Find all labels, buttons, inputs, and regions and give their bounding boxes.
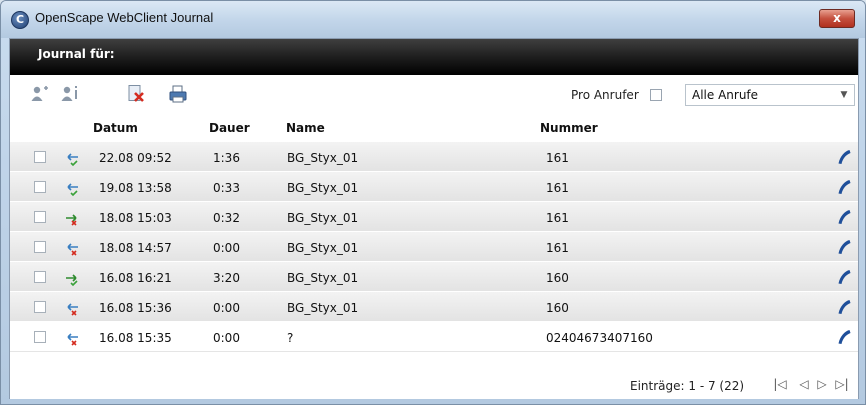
journal-header-bar: Journal für: bbox=[10, 39, 858, 75]
add-contact-icon[interactable] bbox=[30, 84, 50, 104]
row-checkbox[interactable] bbox=[34, 181, 46, 193]
row-checkbox[interactable] bbox=[34, 241, 46, 253]
row-name: BG_Styx_01 bbox=[287, 301, 359, 315]
incoming-answered-call-icon bbox=[67, 153, 78, 167]
row-nummer: 161 bbox=[546, 211, 569, 225]
table-row[interactable]: 18.08 15:03 0:32 BG_Styx_01 161 bbox=[10, 202, 858, 232]
first-page-icon[interactable]: |◁ bbox=[773, 377, 787, 393]
phone-call-icon[interactable] bbox=[835, 328, 853, 346]
incoming-missed-call-icon bbox=[67, 243, 78, 256]
incoming-answered-call-icon bbox=[67, 183, 78, 197]
phone-call-icon[interactable] bbox=[835, 148, 853, 166]
print-icon[interactable] bbox=[168, 84, 188, 104]
pro-anrufer-checkbox[interactable] bbox=[650, 89, 662, 101]
contact-info-icon[interactable] bbox=[60, 84, 80, 104]
row-dauer: 0:00 bbox=[213, 241, 240, 255]
table-row[interactable]: 19.08 13:58 0:33 BG_Styx_01 161 bbox=[10, 172, 858, 202]
previous-page-icon[interactable]: ◁ bbox=[797, 377, 811, 393]
phone-call-icon[interactable] bbox=[835, 298, 853, 316]
journal-list: 22.08 09:52 1:36 BG_Styx_01 161 19.08 13:58 0… bbox=[10, 142, 858, 352]
incoming-missed-call-icon bbox=[67, 303, 78, 316]
journal-window: C OpenScape WebClient Journal x Journal … bbox=[0, 0, 866, 405]
row-datum: 19.08 13:58 bbox=[99, 181, 172, 195]
delete-icon[interactable] bbox=[126, 84, 146, 104]
row-nummer: 161 bbox=[546, 151, 569, 165]
entries-count: Einträge: 1 - 7 (22) bbox=[630, 379, 745, 393]
chevron-down-icon[interactable]: ▼ bbox=[837, 86, 851, 104]
pro-anrufer-label: Pro Anrufer bbox=[571, 88, 639, 102]
phone-call-icon[interactable] bbox=[835, 208, 853, 226]
table-row[interactable]: 16.08 15:35 0:00? 02404673407160 bbox=[10, 322, 858, 352]
column-header-datum[interactable]: Datum bbox=[93, 121, 138, 135]
phone-call-icon[interactable] bbox=[835, 268, 853, 286]
row-checkbox[interactable] bbox=[34, 211, 46, 223]
row-nummer: 160 bbox=[546, 271, 569, 285]
journal-for-label: Journal für: bbox=[38, 47, 115, 61]
row-name: ? bbox=[287, 331, 294, 345]
table-row[interactable]: 16.08 16:21 3:20 BG_Styx_01 160 bbox=[10, 262, 858, 292]
app-logo-icon: C bbox=[11, 11, 29, 29]
column-headers: Datum Dauer Name Nummer bbox=[10, 115, 858, 139]
close-button[interactable]: x bbox=[819, 9, 855, 28]
window-title: OpenScape WebClient Journal bbox=[35, 10, 214, 25]
phone-call-icon[interactable] bbox=[835, 178, 853, 196]
row-dauer: 0:00 bbox=[213, 331, 240, 345]
phone-call-icon[interactable] bbox=[835, 238, 853, 256]
title-bar[interactable]: C OpenScape WebClient Journal x bbox=[1, 1, 865, 38]
window-bottom-border bbox=[1, 399, 865, 404]
row-datum: 18.08 14:57 bbox=[99, 241, 172, 255]
row-nummer: 161 bbox=[546, 241, 569, 255]
column-header-name[interactable]: Name bbox=[286, 121, 325, 135]
row-dauer: 3:20 bbox=[213, 271, 240, 285]
row-checkbox[interactable] bbox=[34, 331, 46, 343]
row-dauer: 0:00 bbox=[213, 301, 240, 315]
row-name: BG_Styx_01 bbox=[287, 151, 359, 165]
table-row[interactable]: 22.08 09:52 1:36 BG_Styx_01 161 bbox=[10, 142, 858, 172]
footer: Einträge: 1 - 7 (22) |◁ ◁ ▷ ▷| bbox=[10, 374, 858, 400]
content-panel: Journal für: Pro Anrufer Alle Anrufe ▼ D… bbox=[9, 38, 859, 401]
column-header-dauer[interactable]: Dauer bbox=[209, 121, 250, 135]
outgoing-missed-call-icon bbox=[66, 214, 77, 226]
column-header-nummer[interactable]: Nummer bbox=[540, 121, 598, 135]
table-row[interactable]: 18.08 14:57 0:00 BG_Styx_01 161 bbox=[10, 232, 858, 262]
row-nummer: 161 bbox=[546, 181, 569, 195]
row-checkbox[interactable] bbox=[34, 151, 46, 163]
row-checkbox[interactable] bbox=[34, 271, 46, 283]
row-name: BG_Styx_01 bbox=[287, 271, 359, 285]
table-row[interactable]: 16.08 15:36 0:00 BG_Styx_01 160 bbox=[10, 292, 858, 322]
row-dauer: 0:33 bbox=[213, 181, 240, 195]
next-page-icon[interactable]: ▷ bbox=[815, 377, 829, 393]
incoming-missed-call-icon bbox=[67, 333, 78, 346]
row-nummer: 160 bbox=[546, 301, 569, 315]
row-datum: 18.08 15:03 bbox=[99, 211, 172, 225]
row-nummer: 02404673407160 bbox=[546, 331, 653, 345]
row-name: BG_Styx_01 bbox=[287, 181, 359, 195]
row-dauer: 1:36 bbox=[213, 151, 240, 165]
row-name: BG_Styx_01 bbox=[287, 211, 359, 225]
call-filter-select[interactable]: Alle Anrufe ▼ bbox=[685, 84, 855, 106]
toolbar: Pro Anrufer Alle Anrufe ▼ bbox=[10, 75, 858, 115]
outgoing-answered-call-icon bbox=[66, 274, 78, 287]
row-datum: 22.08 09:52 bbox=[99, 151, 172, 165]
last-page-icon[interactable]: ▷| bbox=[835, 377, 849, 393]
row-datum: 16.08 15:35 bbox=[99, 331, 172, 345]
row-datum: 16.08 16:21 bbox=[99, 271, 172, 285]
row-dauer: 0:32 bbox=[213, 211, 240, 225]
row-name: BG_Styx_01 bbox=[287, 241, 359, 255]
call-filter-value: Alle Anrufe bbox=[692, 88, 759, 102]
row-checkbox[interactable] bbox=[34, 301, 46, 313]
row-datum: 16.08 15:36 bbox=[99, 301, 172, 315]
